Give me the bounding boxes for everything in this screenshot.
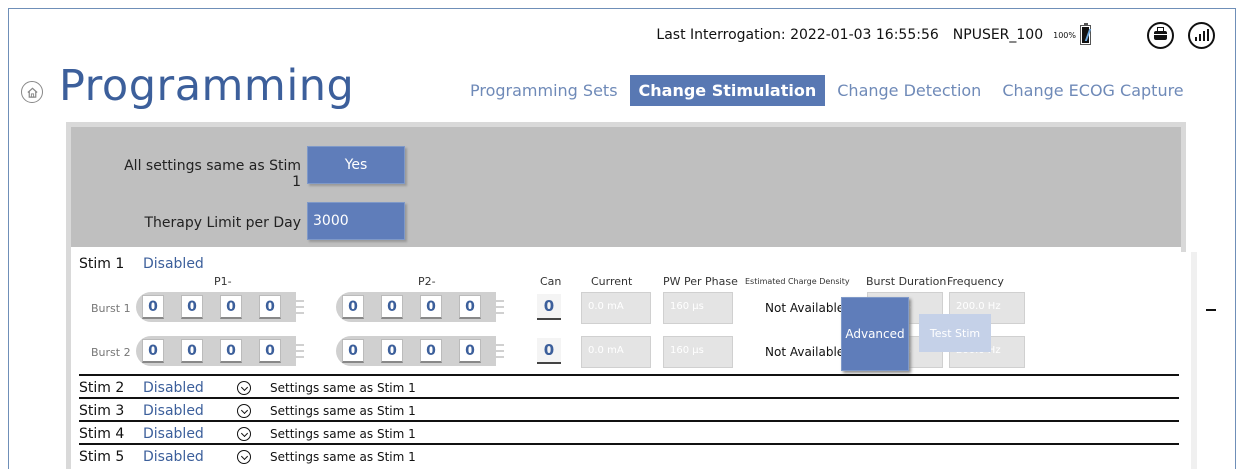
row-divider	[79, 374, 1179, 376]
therapy-limit-field[interactable]: 3000	[307, 202, 405, 240]
charge-density-header: Estimated Charge Density	[745, 277, 850, 286]
test-stim-button[interactable]: Test Stim	[919, 314, 991, 352]
can-header: Can	[540, 275, 562, 288]
stim2-status[interactable]: Disabled	[143, 380, 204, 396]
stim3-status[interactable]: Disabled	[143, 403, 204, 419]
frequency-header: Frequency	[947, 275, 1004, 288]
last-interrogation: Last Interrogation: 2022-01-03 16:55:56	[656, 27, 939, 43]
battery-icon	[1079, 23, 1092, 45]
burst2-p1-electrode-4[interactable]: 0	[259, 339, 281, 363]
burst1-p2-lead: 0 0 0 0	[336, 292, 504, 322]
burst1-pw-field[interactable]: 160 µs	[663, 292, 733, 324]
burst2-label: Burst 2	[91, 346, 131, 359]
stim3-name: Stim 3	[79, 403, 125, 419]
stim4-status[interactable]: Disabled	[143, 426, 204, 442]
burst2-p2-electrode-4[interactable]: 0	[459, 339, 481, 363]
burst1-p2-electrode-2[interactable]: 0	[381, 295, 403, 319]
p1-header: P1-	[214, 275, 232, 288]
burst2-can[interactable]: 0	[537, 338, 561, 364]
stim4-note: Settings same as Stim 1	[270, 427, 416, 441]
burst2-p2-electrode-3[interactable]: 0	[420, 339, 442, 363]
scrollbar-track[interactable]	[1191, 252, 1197, 469]
burst2-current-field[interactable]: 0.0 mA	[581, 336, 651, 368]
row-divider	[79, 397, 1179, 399]
burst2-p2-electrode-1[interactable]: 0	[342, 339, 364, 363]
burst2-p1-electrode-2[interactable]: 0	[181, 339, 203, 363]
tab-bar: Programming Sets Change Stimulation Chan…	[461, 75, 1196, 106]
burst1-p2-electrode-4[interactable]: 0	[459, 295, 481, 319]
stim1-name: Stim 1	[79, 256, 125, 272]
stim1-status[interactable]: Disabled	[143, 256, 204, 272]
therapy-limit-label: Therapy Limit per Day	[144, 215, 301, 231]
chevron-down-icon[interactable]	[237, 427, 251, 441]
stimulation-panel: All settings same as Stim 1 Yes Therapy …	[66, 122, 1197, 469]
stim5-status[interactable]: Disabled	[143, 449, 204, 465]
tab-programming-sets[interactable]: Programming Sets	[461, 75, 627, 106]
burst2-p1-electrode-3[interactable]: 0	[220, 339, 242, 363]
page-title: Programming	[59, 61, 355, 111]
battery-percent: 100%	[1053, 30, 1076, 40]
stim3-note: Settings same as Stim 1	[270, 404, 416, 418]
advanced-button[interactable]: Advanced	[841, 297, 909, 371]
burst2-p2-electrode-2[interactable]: 0	[381, 339, 403, 363]
stim-list: Stim 1 Disabled P1- P2- Can Current PW P…	[71, 252, 1186, 469]
burst2-charge-density: Not Available	[765, 345, 845, 359]
same-as-stim1-button[interactable]: Yes	[307, 146, 405, 184]
burst2-pw-field[interactable]: 160 µs	[663, 336, 733, 368]
briefcase-icon[interactable]	[1147, 21, 1174, 49]
collapse-dash[interactable]	[1206, 309, 1216, 311]
tab-change-ecog-capture[interactable]: Change ECOG Capture	[993, 75, 1192, 106]
tab-change-detection[interactable]: Change Detection	[828, 75, 990, 106]
row-divider	[79, 420, 1179, 422]
burst1-p1-electrode-2[interactable]: 0	[181, 295, 203, 319]
stim5-note: Settings same as Stim 1	[270, 450, 416, 464]
burst1-p2-electrode-3[interactable]: 0	[420, 295, 442, 319]
burst2-p1-lead: 0 0 0 0	[136, 336, 304, 366]
chevron-down-icon[interactable]	[237, 404, 251, 418]
user-name: NPUSER_100	[952, 27, 1044, 43]
stim2-name: Stim 2	[79, 380, 125, 396]
chevron-down-icon[interactable]	[237, 381, 251, 395]
burst1-p1-electrode-1[interactable]: 0	[142, 295, 164, 319]
burst-duration-header: Burst Duration	[866, 275, 947, 288]
chevron-down-icon[interactable]	[237, 450, 251, 464]
status-bar: Last Interrogation: 2022-01-03 16:55:56 …	[656, 19, 1215, 51]
burst1-can[interactable]: 0	[537, 294, 561, 320]
stim4-name: Stim 4	[79, 426, 125, 442]
p2-header: P2-	[418, 275, 436, 288]
current-header: Current	[591, 275, 633, 288]
tab-change-stimulation[interactable]: Change Stimulation	[629, 75, 826, 106]
same-as-stim1-label: All settings same as Stim 1	[124, 158, 301, 190]
burst2-p1-electrode-1[interactable]: 0	[142, 339, 164, 363]
burst1-p1-electrode-4[interactable]: 0	[259, 295, 281, 319]
signal-icon[interactable]	[1188, 21, 1215, 49]
burst1-p2-electrode-1[interactable]: 0	[342, 295, 364, 319]
global-settings: All settings same as Stim 1 Yes Therapy …	[71, 127, 1181, 247]
burst1-current-field[interactable]: 0.0 mA	[581, 292, 651, 324]
burst1-label: Burst 1	[91, 302, 131, 315]
stim2-note: Settings same as Stim 1	[270, 381, 416, 395]
home-icon[interactable]	[21, 81, 43, 103]
burst1-p1-electrode-3[interactable]: 0	[220, 295, 242, 319]
pw-header: PW Per Phase	[663, 275, 738, 288]
burst2-p2-lead: 0 0 0 0	[336, 336, 504, 366]
burst1-charge-density: Not Available	[765, 301, 845, 315]
app-window: Last Interrogation: 2022-01-03 16:55:56 …	[8, 8, 1236, 469]
stim5-name: Stim 5	[79, 449, 125, 465]
row-divider	[79, 443, 1179, 445]
burst1-p1-lead: 0 0 0 0	[136, 292, 304, 322]
